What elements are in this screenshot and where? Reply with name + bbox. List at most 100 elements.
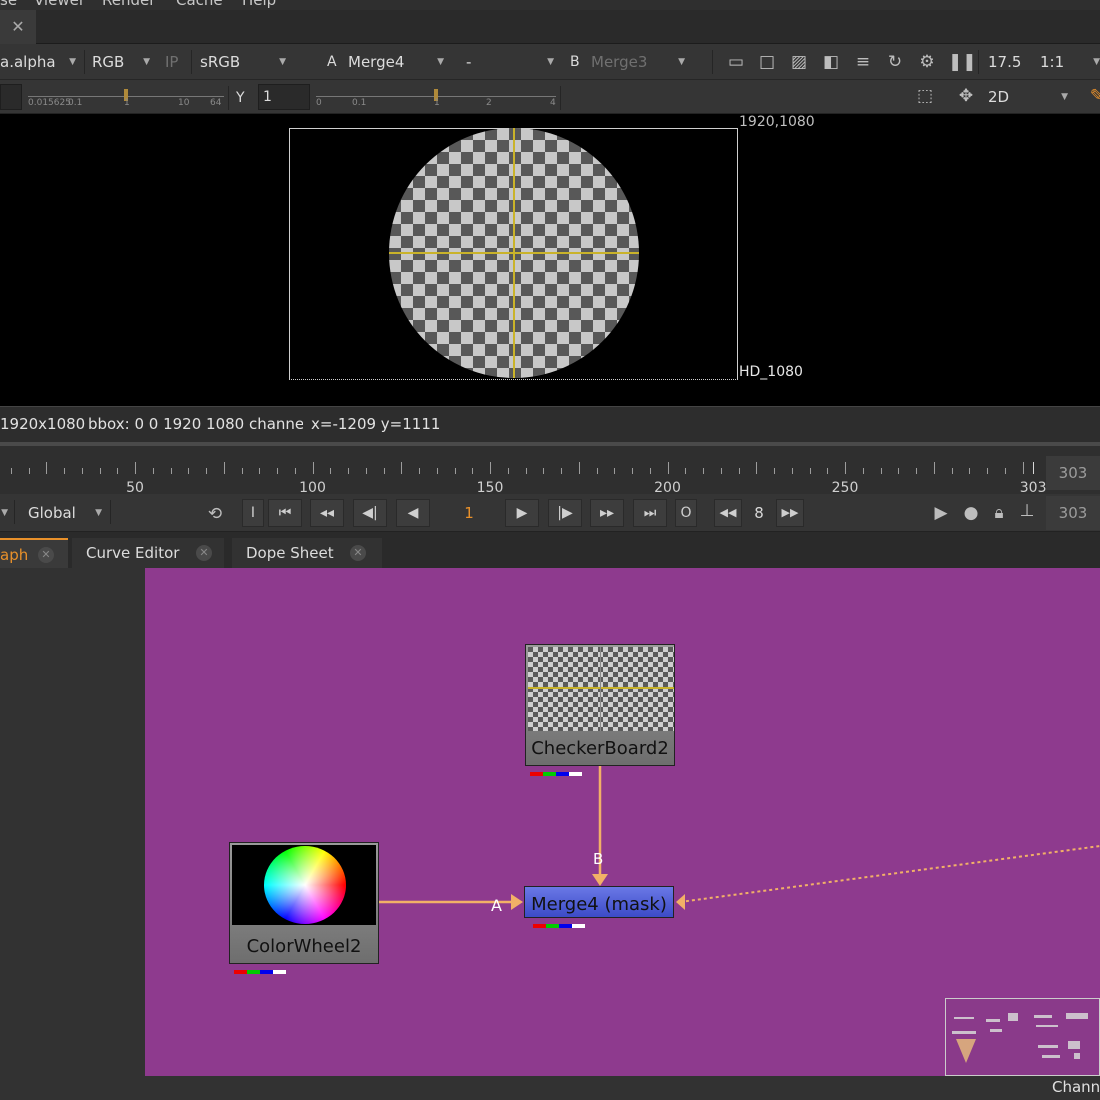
last-frame-icon[interactable]: ⏭ — [633, 499, 667, 527]
viewer-canvas[interactable]: 1920,1080 HD_1080 — [0, 114, 1100, 406]
decrement-icon[interactable]: ◀◀ — [714, 499, 742, 527]
channel-layer-dropdown[interactable]: a.alpha ▼ — [0, 48, 80, 76]
a-input-dropdown[interactable]: Merge4 ▼ — [348, 48, 448, 76]
channels-dropdown[interactable]: RGB ▼ — [92, 48, 154, 76]
pen-icon[interactable]: ✎ — [1086, 86, 1100, 106]
current-frame-field[interactable]: 1 — [438, 499, 500, 527]
lock-icon[interactable]: 🔒︎ — [988, 503, 1010, 523]
first-frame-icon[interactable]: ⏮ — [268, 499, 302, 527]
play-backward-icon[interactable]: ◀ — [396, 499, 430, 527]
previous-keyframe-icon[interactable]: ◂◂ — [310, 499, 344, 527]
chevron-down-icon: ▼ — [547, 57, 554, 67]
lut-value: sRGB — [200, 53, 241, 71]
timeline-major-tick — [135, 462, 136, 474]
increment-icon[interactable]: ▶▶ — [776, 499, 804, 527]
gain-slider[interactable]: 0.015625 0.1 1 10 64 — [28, 86, 224, 108]
step-back-icon[interactable]: ◀| — [353, 499, 387, 527]
checkerboard-node[interactable]: CheckerBoard2 — [525, 644, 675, 776]
divider — [228, 86, 229, 110]
timeline-major-tick — [46, 462, 48, 474]
close-icon[interactable]: ✕ — [196, 545, 212, 561]
step-forward-icon[interactable]: |▶ — [548, 499, 582, 527]
view-mode-dropdown[interactable]: 2D ▼ — [988, 83, 1072, 111]
play-forward-icon[interactable]: ▶ — [505, 499, 539, 527]
tab-curve-editor[interactable]: Curve Editor ✕ — [72, 538, 224, 568]
chevron-down-icon: ▼ — [1061, 92, 1068, 102]
arrow-head — [592, 874, 608, 886]
refresh-icon[interactable]: ↻ — [884, 52, 906, 72]
gear-icon[interactable]: ⚙ — [916, 52, 938, 72]
node-label: ColorWheel2 — [246, 936, 362, 957]
flipbook-icon[interactable]: ▶ — [930, 503, 952, 523]
ratio-field[interactable]: 1:1 — [1040, 48, 1070, 76]
close-tab-button[interactable]: ✕ — [0, 10, 36, 44]
tab-label: Curve Editor — [86, 544, 180, 562]
roi-icon[interactable]: ▭ — [725, 52, 747, 72]
arrow-head — [676, 894, 685, 910]
close-icon[interactable]: ✕ — [38, 547, 54, 563]
zebra-icon[interactable]: ▨ — [788, 52, 810, 72]
left-panel — [0, 568, 145, 1100]
colorwheel-node[interactable]: ColorWheel2 — [229, 842, 379, 974]
lut-dropdown[interactable]: sRGB ▼ — [200, 48, 290, 76]
ip-toggle[interactable]: IP — [165, 48, 189, 76]
increment-field[interactable]: 8 — [744, 499, 774, 527]
proxy-icon[interactable]: ◧ — [820, 52, 842, 72]
node-thumbnail — [528, 647, 674, 731]
timeline-tick — [330, 468, 332, 474]
divider — [84, 50, 85, 74]
loop-mode-icon[interactable]: ⟲ — [204, 504, 226, 524]
menu-help[interactable]: Help — [242, 0, 276, 9]
timeline-tick — [99, 468, 101, 474]
b-input-value: Merge3 — [591, 53, 648, 71]
tab-label: aph — [0, 546, 29, 564]
pause-icon[interactable]: ❚❚ — [948, 52, 977, 72]
scope-dropdown[interactable]: Global ▼ — [28, 499, 106, 527]
menu-render[interactable]: Render — [102, 0, 155, 9]
menu-cache[interactable]: Cache — [176, 0, 223, 9]
chevron-down-icon[interactable]: ▼ — [0, 499, 8, 527]
next-keyframe-icon[interactable]: ▸▸ — [590, 499, 624, 527]
gamma-slider[interactable]: 0 0.1 1 2 4 — [316, 86, 556, 108]
bbox-text: bbox: 0 0 1920 1080 channe — [88, 415, 303, 433]
menu-item[interactable]: se — [0, 0, 17, 9]
b-input-dropdown[interactable]: Merge3 ▼ — [591, 48, 689, 76]
tab-node-graph[interactable]: aph ✕ — [0, 538, 68, 568]
set-out-point-button[interactable]: O — [675, 499, 697, 527]
channel-indicators — [530, 760, 582, 776]
timeline-tick — [632, 468, 633, 474]
chevron-down-icon[interactable]: ▼ — [1084, 48, 1100, 76]
close-icon[interactable]: ✕ — [350, 545, 366, 561]
gamma-label: Y — [236, 90, 245, 106]
playhead-icon[interactable]: ⊥ — [1016, 501, 1038, 521]
gain-input[interactable] — [0, 84, 22, 110]
region-select-icon[interactable]: ⬚ — [914, 86, 936, 106]
set-in-point-button[interactable]: I — [242, 499, 264, 527]
timeline-tick — [1004, 468, 1006, 474]
node-graph-minimap[interactable] — [945, 998, 1100, 1076]
channels-value: RGB — [92, 53, 125, 71]
viewer-info-bar: 1920x1080 bbox: 0 0 1920 1080 channe x=-… — [0, 406, 1100, 442]
timeline-major-tick — [223, 462, 225, 474]
timeline-major-tick — [578, 462, 580, 474]
transform-handles-icon[interactable]: ✥ — [955, 86, 977, 106]
timeline-tick — [241, 468, 243, 474]
tab-dope-sheet[interactable]: Dope Sheet ✕ — [232, 538, 382, 568]
timeline-major-tick — [401, 462, 403, 474]
timeline-tick — [827, 468, 829, 474]
gamma-input[interactable]: 1 — [258, 84, 310, 110]
wipe-op-dropdown[interactable]: - ▼ — [466, 48, 558, 76]
timeline-ruler[interactable]: 50 100 150 200 250 303 — [0, 446, 1047, 496]
zoom-field[interactable]: 17.5 — [988, 48, 1028, 76]
format-name-label: HD_1080 — [739, 364, 803, 380]
timeline[interactable]: 50 100 150 200 250 303 303 — [0, 442, 1100, 496]
merge-node[interactable]: Merge4 (mask) — [524, 886, 674, 928]
timeline-tick — [117, 468, 119, 474]
divider — [110, 500, 111, 524]
lines-icon[interactable]: ≡ — [852, 52, 874, 72]
overlay-icon[interactable]: □ — [756, 52, 778, 72]
menu-viewer[interactable]: Viewer — [34, 0, 85, 9]
record-icon[interactable]: ● — [960, 503, 982, 523]
timeline-tick — [916, 468, 917, 474]
view-mode-value: 2D — [988, 88, 1010, 106]
